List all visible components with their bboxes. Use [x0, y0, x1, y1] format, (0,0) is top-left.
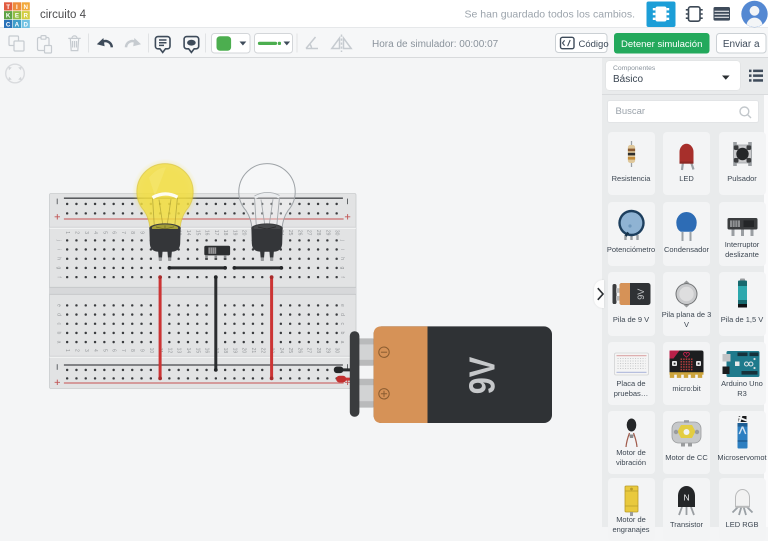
- svg-text:28: 28: [315, 230, 321, 236]
- svg-text:R: R: [23, 13, 28, 20]
- svg-text:N: N: [23, 4, 28, 11]
- svg-text:19: 19: [231, 348, 237, 354]
- svg-text:N: N: [683, 492, 689, 502]
- svg-text:g: g: [339, 267, 345, 270]
- svg-text:18: 18: [222, 230, 228, 236]
- svg-text:26: 26: [296, 348, 302, 354]
- svg-text:17: 17: [213, 230, 219, 236]
- svg-text:b: b: [56, 332, 62, 335]
- svg-text:15: 15: [194, 230, 200, 236]
- svg-text:16: 16: [204, 348, 210, 354]
- svg-text:14: 14: [185, 348, 191, 354]
- svg-text:a: a: [56, 341, 62, 344]
- svg-text:18: 18: [222, 348, 228, 354]
- svg-text:e: e: [339, 304, 345, 307]
- svg-text:24: 24: [278, 348, 284, 354]
- svg-text:I: I: [16, 4, 18, 11]
- svg-text:29: 29: [324, 348, 330, 354]
- svg-text:9: 9: [139, 231, 145, 234]
- svg-text:12: 12: [166, 348, 172, 354]
- svg-text:30: 30: [334, 230, 340, 236]
- svg-text:g: g: [56, 267, 62, 270]
- svg-text:i: i: [56, 249, 62, 250]
- svg-text:6: 6: [111, 349, 117, 352]
- svg-text:4: 4: [92, 349, 98, 352]
- svg-text:h: h: [339, 257, 345, 260]
- svg-text:13: 13: [176, 348, 182, 354]
- svg-text:7: 7: [120, 349, 126, 352]
- svg-text:19: 19: [231, 230, 237, 236]
- svg-text:1: 1: [64, 231, 70, 234]
- svg-text:26: 26: [296, 230, 302, 236]
- svg-text:7: 7: [120, 231, 126, 234]
- svg-text:9V: 9V: [462, 357, 503, 395]
- svg-text:Se han guardado todos los camb: Se han guardado todos los cambios.: [465, 9, 635, 21]
- svg-text:8: 8: [129, 349, 135, 352]
- svg-text:d: d: [56, 313, 62, 316]
- svg-text:25: 25: [287, 348, 293, 354]
- svg-text:10: 10: [148, 348, 154, 354]
- svg-text:a: a: [339, 341, 345, 344]
- svg-text:5: 5: [101, 349, 107, 352]
- svg-text:e: e: [56, 304, 62, 307]
- svg-text:1: 1: [64, 349, 70, 352]
- svg-text:20: 20: [241, 230, 247, 236]
- svg-text:27: 27: [306, 348, 312, 354]
- svg-text:21: 21: [250, 348, 256, 354]
- svg-text:Enviar a: Enviar a: [723, 39, 760, 50]
- svg-text:22: 22: [259, 348, 265, 354]
- svg-text:27: 27: [306, 230, 312, 236]
- svg-text:5: 5: [101, 231, 107, 234]
- svg-text:d: d: [339, 313, 345, 316]
- svg-text:20: 20: [241, 348, 247, 354]
- svg-text:4: 4: [92, 231, 98, 234]
- svg-text:i: i: [339, 249, 345, 250]
- svg-text:25: 25: [287, 230, 293, 236]
- svg-text:29: 29: [324, 230, 330, 236]
- svg-text:K: K: [6, 13, 11, 20]
- svg-text:8: 8: [129, 231, 135, 234]
- svg-text:14: 14: [185, 230, 191, 236]
- svg-text:T: T: [6, 4, 10, 11]
- svg-text:h: h: [56, 257, 62, 260]
- svg-text:30: 30: [334, 348, 340, 354]
- svg-text:2: 2: [74, 349, 80, 352]
- svg-text:9: 9: [139, 349, 145, 352]
- svg-text:2: 2: [74, 231, 80, 234]
- svg-text:Detener simulación: Detener simulación: [621, 39, 702, 50]
- svg-text:Hora de simulador: 00:00:07: Hora de simulador: 00:00:07: [372, 39, 499, 50]
- svg-text:15: 15: [194, 348, 200, 354]
- svg-text:3: 3: [83, 231, 89, 234]
- svg-text:9V: 9V: [636, 289, 646, 300]
- svg-text:6: 6: [111, 231, 117, 234]
- svg-text:3: 3: [83, 349, 89, 352]
- svg-text:circuito 4: circuito 4: [40, 9, 87, 21]
- svg-text:Código: Código: [579, 39, 609, 50]
- svg-text:b: b: [339, 332, 345, 335]
- svg-text:j: j: [339, 239, 345, 241]
- svg-text:j: j: [56, 239, 62, 241]
- svg-text:E: E: [15, 13, 19, 20]
- svg-text:16: 16: [204, 230, 210, 236]
- svg-text:28: 28: [315, 348, 321, 354]
